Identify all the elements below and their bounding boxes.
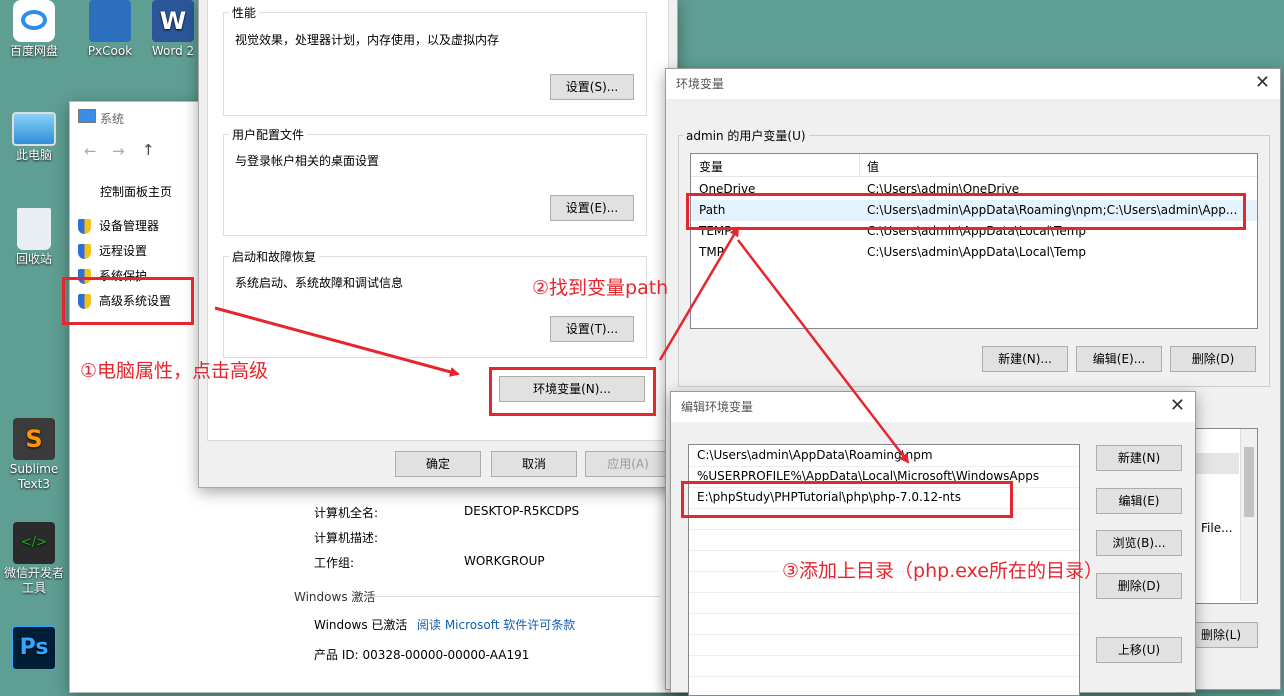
arrow-to-env-button	[214, 306, 460, 377]
annotation-arrows	[214, 226, 910, 464]
arrow-to-path-row	[658, 226, 740, 361]
arrow-to-php-entry	[737, 239, 910, 464]
